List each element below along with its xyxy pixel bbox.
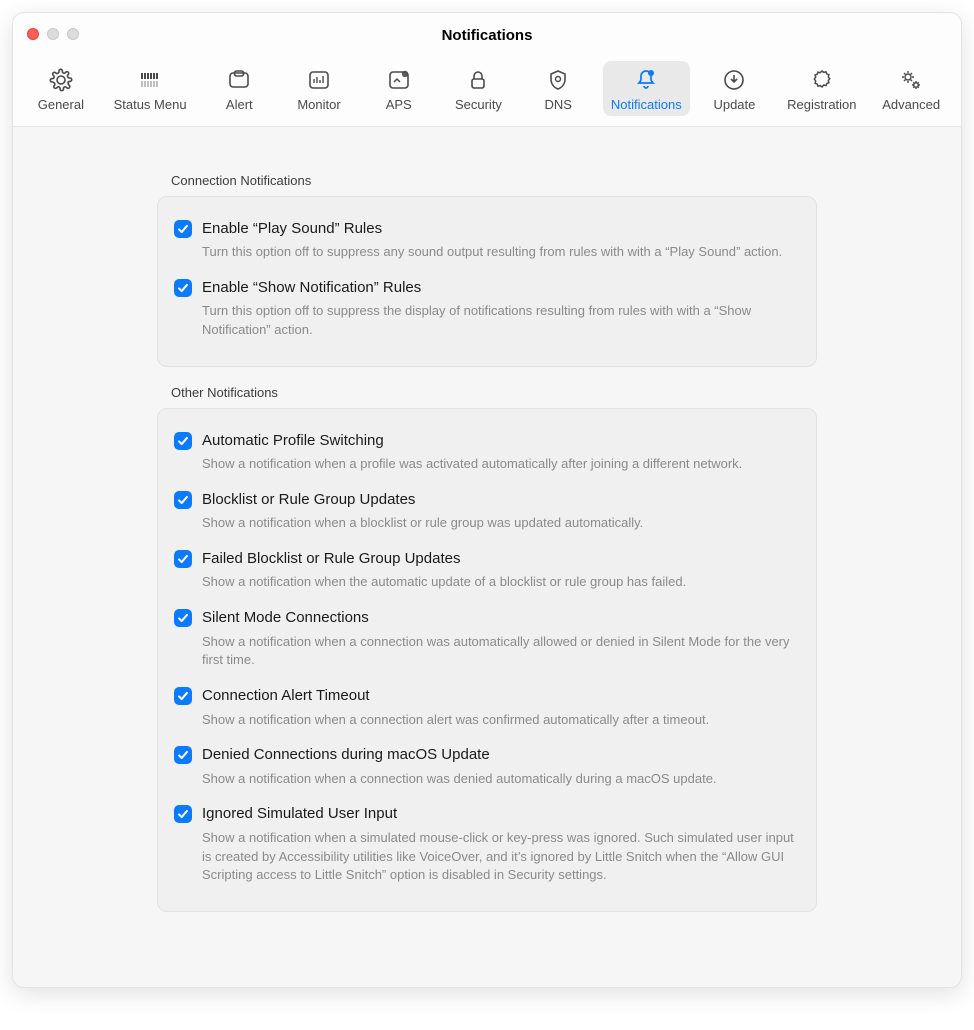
option-text: Failed Blocklist or Rule Group Updates Sh… — [202, 549, 796, 592]
option-description: Show a notification when a connection wa… — [202, 770, 796, 789]
tab-label: Security — [455, 97, 502, 112]
tab-label: Advanced — [882, 97, 940, 112]
toolbar: General Status Menu Alert Monitor APS Securit… — [13, 57, 961, 127]
bars-icon — [136, 67, 164, 93]
option-title: Denied Connections during macOS Update — [202, 745, 796, 765]
shield-icon — [544, 67, 572, 93]
monitor-icon — [305, 67, 333, 93]
tab-label: Notifications — [611, 97, 682, 112]
option-title: Automatic Profile Switching — [202, 431, 796, 451]
checkbox[interactable] — [174, 279, 192, 297]
gears-icon — [897, 67, 925, 93]
option-title: Failed Blocklist or Rule Group Updates — [202, 549, 796, 569]
option-description: Show a notification when the automatic u… — [202, 573, 796, 592]
option-title: Enable “Play Sound” Rules — [202, 219, 796, 239]
option-title: Connection Alert Timeout — [202, 686, 796, 706]
option-row: Failed Blocklist or Rule Group Updates Sh… — [174, 541, 796, 600]
tab-security[interactable]: Security — [443, 61, 513, 116]
checkbox[interactable] — [174, 687, 192, 705]
option-row: Connection Alert Timeout Show a notificat… — [174, 678, 796, 737]
option-row: Ignored Simulated User Input Show a notif… — [174, 796, 796, 893]
option-row: Denied Connections during macOS Update Sh… — [174, 737, 796, 796]
close-button[interactable] — [27, 28, 39, 40]
tab-label: Registration — [787, 97, 856, 112]
tab-label: Monitor — [297, 97, 340, 112]
option-text: Denied Connections during macOS Update Sh… — [202, 745, 796, 788]
tab-label: Update — [713, 97, 755, 112]
option-description: Turn this option off to suppress the dis… — [202, 302, 796, 340]
aps-icon — [385, 67, 413, 93]
tab-label: Alert — [226, 97, 253, 112]
section-label: Connection Notifications — [171, 173, 817, 188]
download-icon — [720, 67, 748, 93]
gear-icon — [47, 67, 75, 93]
option-description: Show a notification when a connection al… — [202, 711, 796, 730]
option-title: Enable “Show Notification” Rules — [202, 278, 796, 298]
checkbox[interactable] — [174, 746, 192, 764]
option-text: Automatic Profile Switching Show a notifi… — [202, 431, 796, 474]
tab-label: DNS — [544, 97, 571, 112]
tab-label: General — [38, 97, 84, 112]
minimize-button[interactable] — [47, 28, 59, 40]
option-row: Automatic Profile Switching Show a notifi… — [174, 423, 796, 482]
section-label: Other Notifications — [171, 385, 817, 400]
body: Connection Notifications Enable “Play Sou… — [13, 127, 961, 987]
badge-icon — [808, 67, 836, 93]
option-text: Enable “Play Sound” Rules Turn this optio… — [202, 219, 796, 262]
option-title: Ignored Simulated User Input — [202, 804, 796, 824]
checkbox[interactable] — [174, 220, 192, 238]
option-description: Show a notification when a profile was a… — [202, 455, 796, 474]
checkbox[interactable] — [174, 550, 192, 568]
bell-icon — [632, 67, 660, 93]
option-description: Turn this option off to suppress any sou… — [202, 243, 796, 262]
option-text: Connection Alert Timeout Show a notificat… — [202, 686, 796, 729]
option-description: Show a notification when a simulated mou… — [202, 829, 796, 886]
tab-aps[interactable]: APS — [364, 61, 434, 116]
content: Connection Notifications Enable “Play Sou… — [157, 173, 817, 912]
alert-window-icon — [225, 67, 253, 93]
option-text: Blocklist or Rule Group Updates Show a no… — [202, 490, 796, 533]
option-row: Blocklist or Rule Group Updates Show a no… — [174, 482, 796, 541]
tab-notifications[interactable]: Notifications — [603, 61, 690, 116]
option-text: Enable “Show Notification” Rules Turn thi… — [202, 278, 796, 340]
option-text: Ignored Simulated User Input Show a notif… — [202, 804, 796, 885]
option-description: Show a notification when a blocklist or … — [202, 514, 796, 533]
tab-registration[interactable]: Registration — [779, 61, 864, 116]
zoom-button[interactable] — [67, 28, 79, 40]
tab-status-menu[interactable]: Status Menu — [106, 61, 195, 116]
tab-label: APS — [386, 97, 412, 112]
traffic-lights — [27, 28, 79, 40]
window-title: Notifications — [442, 27, 533, 44]
tab-monitor[interactable]: Monitor — [284, 61, 354, 116]
preferences-window: Notifications General Status Menu Alert Mon… — [12, 12, 962, 988]
option-row: Enable “Show Notification” Rules Turn thi… — [174, 270, 796, 348]
tab-update[interactable]: Update — [699, 61, 769, 116]
titlebar: Notifications — [13, 13, 961, 57]
option-description: Show a notification when a connection wa… — [202, 633, 796, 671]
checkbox[interactable] — [174, 491, 192, 509]
checkbox[interactable] — [174, 805, 192, 823]
tab-dns[interactable]: DNS — [523, 61, 593, 116]
option-title: Blocklist or Rule Group Updates — [202, 490, 796, 510]
option-title: Silent Mode Connections — [202, 608, 796, 628]
option-text: Silent Mode Connections Show a notificati… — [202, 608, 796, 670]
lock-icon — [464, 67, 492, 93]
checkbox[interactable] — [174, 609, 192, 627]
section-card: Automatic Profile Switching Show a notifi… — [157, 408, 817, 912]
option-row: Silent Mode Connections Show a notificati… — [174, 600, 796, 678]
tab-advanced[interactable]: Advanced — [874, 61, 948, 116]
section-card: Enable “Play Sound” Rules Turn this optio… — [157, 196, 817, 367]
tab-alert[interactable]: Alert — [204, 61, 274, 116]
checkbox[interactable] — [174, 432, 192, 450]
tab-label: Status Menu — [114, 97, 187, 112]
option-row: Enable “Play Sound” Rules Turn this optio… — [174, 211, 796, 270]
tab-general[interactable]: General — [26, 61, 96, 116]
